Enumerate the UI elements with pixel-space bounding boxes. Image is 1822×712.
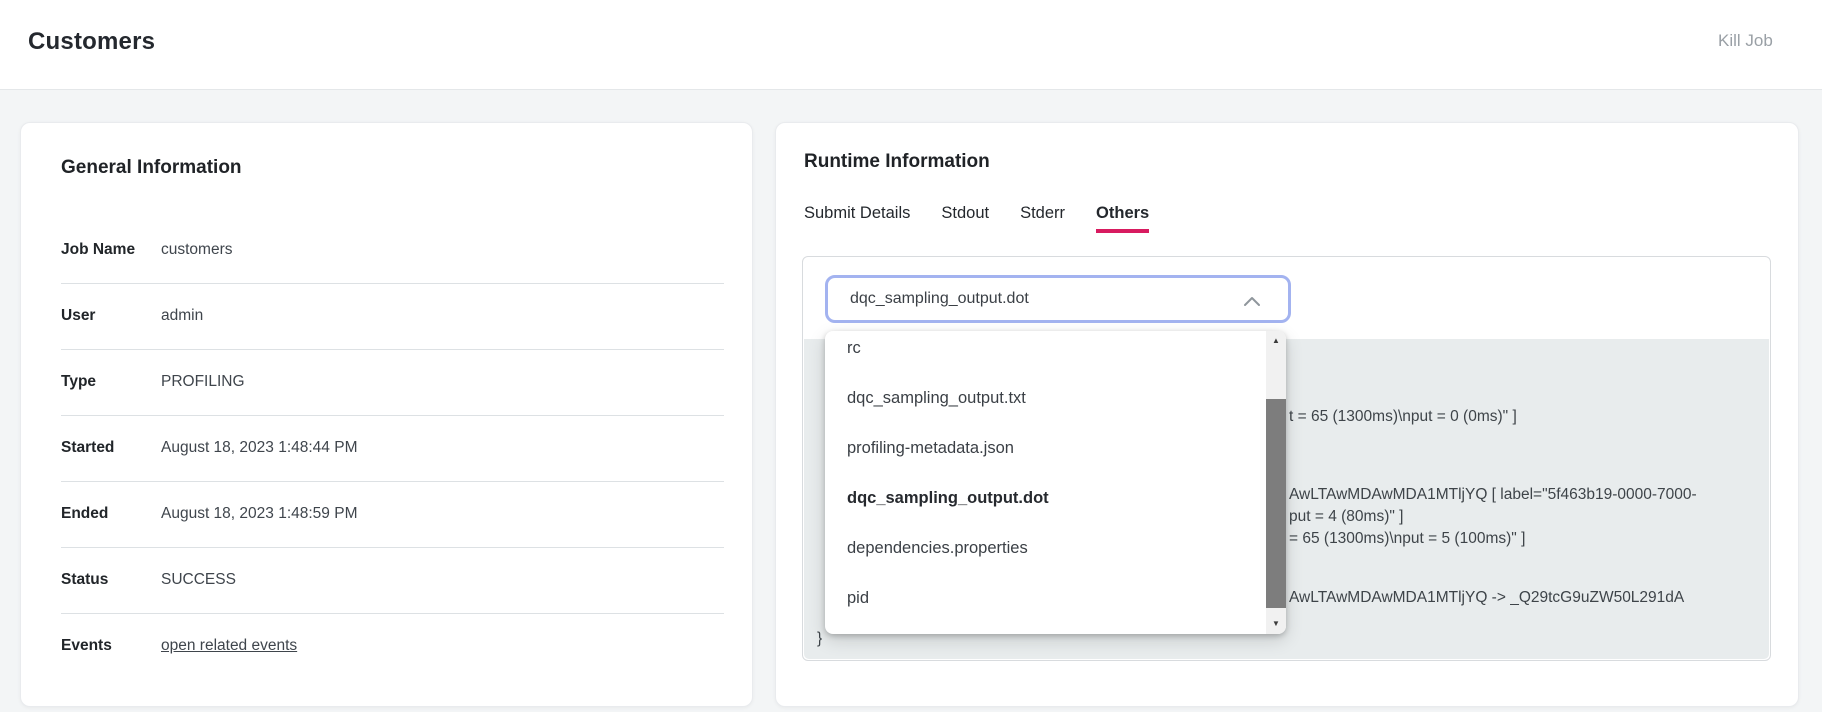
row-divider xyxy=(61,283,724,284)
tab-submit-details[interactable]: Submit Details xyxy=(804,204,910,233)
runtime-info-heading: Runtime Information xyxy=(804,151,990,173)
info-label: Started xyxy=(61,437,161,459)
info-row-events: Eventsopen related events xyxy=(61,635,297,657)
row-divider xyxy=(61,613,724,614)
page-header: Customers Kill Job xyxy=(0,0,1822,90)
tab-others[interactable]: Others xyxy=(1096,204,1149,233)
info-row-status: StatusSUCCESS xyxy=(61,569,236,591)
info-label: Type xyxy=(61,371,161,393)
tab-stderr[interactable]: Stderr xyxy=(1020,204,1065,233)
dropdown-option-rc[interactable]: rc xyxy=(825,331,1265,373)
scroll-up-arrow-icon[interactable]: ▲ xyxy=(1266,331,1286,351)
runtime-tabs: Submit Details Stdout Stderr Others xyxy=(804,204,1149,233)
general-info-card: General Information Job Namecustomers Us… xyxy=(20,122,753,707)
dropdown-option-dqc-sampling-output-txt[interactable]: dqc_sampling_output.txt xyxy=(825,373,1265,423)
runtime-info-card: Runtime Information Submit Details Stdou… xyxy=(775,122,1799,707)
tab-stdout[interactable]: Stdout xyxy=(941,204,989,233)
row-divider xyxy=(61,481,724,482)
scroll-down-arrow-icon[interactable]: ▼ xyxy=(1266,614,1286,634)
open-related-events-link[interactable]: open related events xyxy=(161,637,297,654)
info-row-user: Useradmin xyxy=(61,305,203,327)
row-divider xyxy=(61,349,724,350)
info-label: Ended xyxy=(61,503,161,525)
info-row-started: StartedAugust 18, 2023 1:48:44 PM xyxy=(61,437,357,459)
dropdown-option-profiling-metadata-json[interactable]: profiling-metadata.json xyxy=(825,423,1265,473)
info-value: PROFILING xyxy=(161,373,245,390)
dropdown-scrollbar[interactable]: ▲ ▼ xyxy=(1266,331,1286,634)
general-info-heading: General Information xyxy=(61,157,242,179)
status-value: SUCCESS xyxy=(161,571,236,588)
info-label: Events xyxy=(61,635,161,657)
dropdown-option-dqc-sampling-output-dot[interactable]: dqc_sampling_output.dot xyxy=(825,473,1265,523)
dropdown-option-pid[interactable]: pid xyxy=(825,573,1265,623)
row-divider xyxy=(61,547,724,548)
dot-content-line: put = 4 (80ms)" ] xyxy=(1289,506,1403,528)
info-label: User xyxy=(61,305,161,327)
dot-content-line: AwLTAwMDAwMDA1MTljYQ [ label="5f463b19-0… xyxy=(1289,484,1697,506)
dot-content-line: = 65 (1300ms)\nput = 5 (100ms)" ] xyxy=(1289,528,1525,550)
info-row-ended: EndedAugust 18, 2023 1:48:59 PM xyxy=(61,503,357,525)
chevron-up-icon xyxy=(1243,294,1261,312)
info-value: August 18, 2023 1:48:44 PM xyxy=(161,439,357,456)
dot-content-line: t = 65 (1300ms)\nput = 0 (0ms)" ] xyxy=(1289,406,1517,428)
info-label: Status xyxy=(61,569,161,591)
kill-job-button[interactable]: Kill Job xyxy=(1718,31,1773,51)
page-title: Customers xyxy=(28,28,155,56)
scrollbar-thumb[interactable] xyxy=(1266,399,1286,608)
dropdown-option-dependencies-properties[interactable]: dependencies.properties xyxy=(825,523,1265,573)
info-row-job-name: Job Namecustomers xyxy=(61,239,233,261)
info-row-type: TypePROFILING xyxy=(61,371,245,393)
file-select[interactable]: dqc_sampling_output.dot xyxy=(825,275,1291,323)
info-label: Job Name xyxy=(61,239,161,261)
info-value: customers xyxy=(161,241,233,258)
info-value: admin xyxy=(161,307,203,324)
file-select-value: dqc_sampling_output.dot xyxy=(850,278,1029,320)
dot-content-line: AwLTAwMDAwMDA1MTljYQ -> _Q29tcG9uZW50L29… xyxy=(1289,587,1684,609)
row-divider xyxy=(61,415,724,416)
info-value: August 18, 2023 1:48:59 PM xyxy=(161,505,357,522)
dot-content-closing-brace: } xyxy=(817,628,822,650)
file-dropdown-menu: rc dqc_sampling_output.txt profiling-met… xyxy=(825,331,1286,634)
